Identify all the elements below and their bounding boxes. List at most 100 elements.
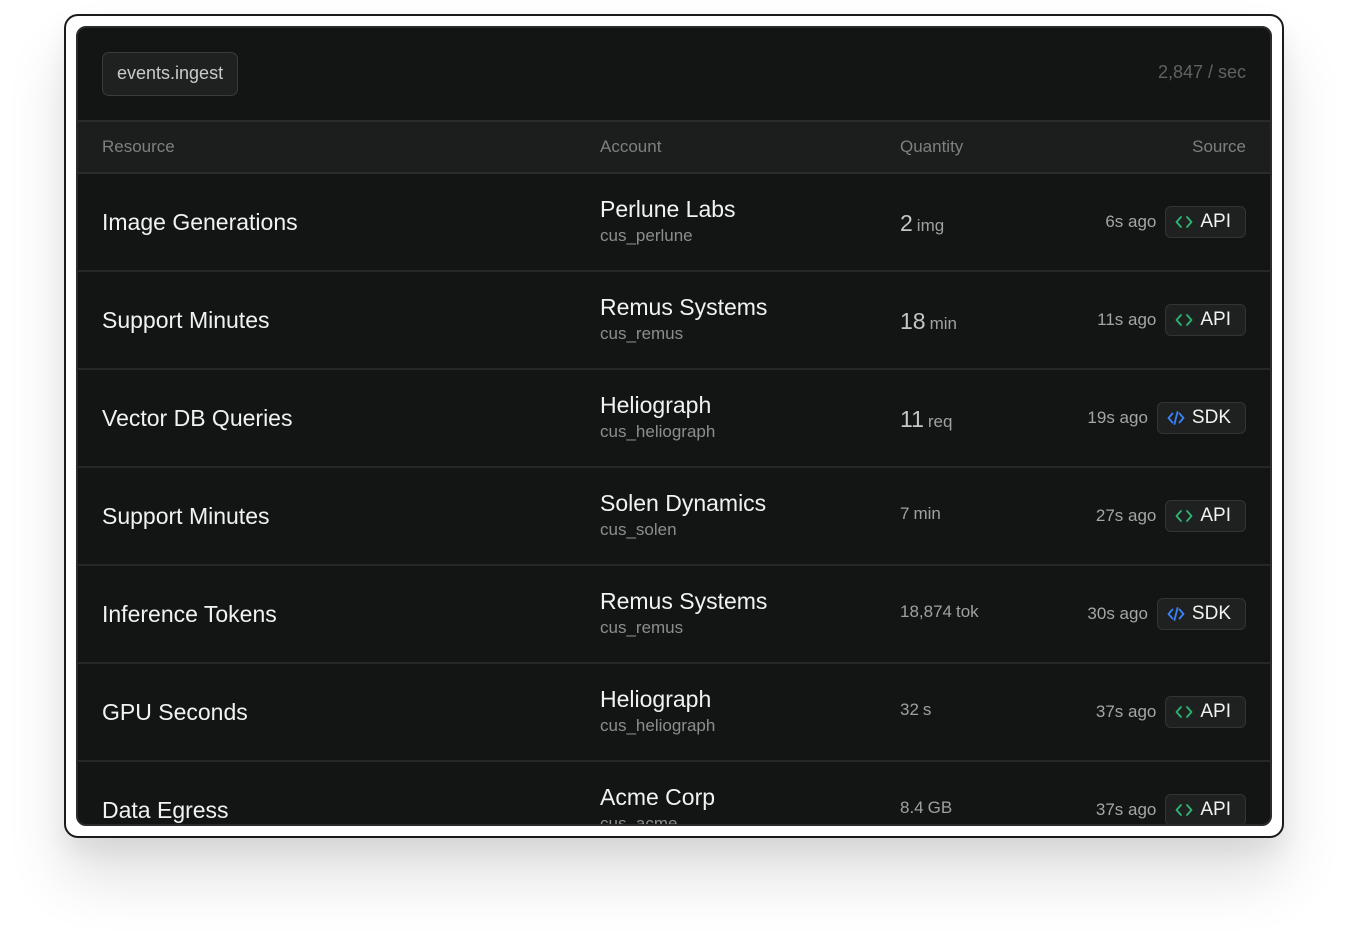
source-label: API: [1200, 211, 1231, 232]
account-name: Heliograph: [600, 686, 712, 712]
quantity-value: 32: [900, 700, 919, 719]
timestamp: 37s ago: [1095, 702, 1157, 721]
quantity-unit: min: [913, 504, 941, 523]
quantity-unit: GB: [927, 798, 953, 817]
timestamp: 19s ago: [1087, 408, 1148, 427]
timestamp: 37s ago: [1095, 800, 1157, 819]
resource-name: Support Minutes: [102, 503, 270, 529]
source-label: SDK: [1191, 603, 1231, 624]
source-badge[interactable]: SDK: [1156, 598, 1246, 630]
source-label: API: [1200, 799, 1231, 820]
quantity-value: 8.4: [900, 798, 924, 817]
table-row[interactable]: Vector DB Queries Heliograph cus_heliogr…: [78, 370, 1270, 468]
quantity-unit: req: [927, 412, 953, 431]
account-id: cus_remus: [600, 324, 684, 343]
source-cell: 6s ago API: [1105, 206, 1246, 238]
account-id: cus_heliograph: [600, 716, 716, 735]
account-id: cus_remus: [600, 618, 684, 637]
resource-name: GPU Seconds: [102, 699, 248, 725]
column-header-account[interactable]: Account: [600, 137, 661, 157]
account-cell: Remus Systems cus_remus: [600, 587, 767, 641]
code-slash-icon: [1167, 411, 1185, 425]
account-name: Perlune Labs: [600, 196, 736, 222]
resource-name: Support Minutes: [102, 307, 270, 333]
account-id: cus_heliograph: [600, 422, 716, 441]
account-name: Heliograph: [600, 392, 712, 418]
code-slash-icon: [1167, 607, 1185, 621]
source-cell: 37s ago API: [1096, 696, 1246, 728]
timestamp: 30s ago: [1087, 604, 1148, 623]
table-row[interactable]: Inference Tokens Remus Systems cus_remus…: [78, 566, 1270, 664]
quantity-value: 11: [900, 406, 924, 432]
panel-header: events.ingest 2,847 / sec: [78, 28, 1270, 122]
timestamp: 27s ago: [1095, 506, 1157, 525]
quantity: 8.4 GB: [900, 798, 952, 818]
column-header-quantity[interactable]: Quantity: [900, 137, 963, 157]
account-id: cus_acme: [600, 814, 678, 826]
account-cell: Heliograph cus_heliograph: [600, 391, 715, 445]
column-header-source[interactable]: Source: [1192, 137, 1246, 157]
table-row[interactable]: Support Minutes Remus Systems cus_remus …: [78, 272, 1270, 370]
source-badge[interactable]: API: [1165, 304, 1246, 336]
quantity-unit: tok: [956, 602, 979, 621]
stream-chip[interactable]: events.ingest: [102, 52, 239, 96]
code-icon: [1175, 314, 1193, 326]
quantity-unit: img: [916, 216, 945, 235]
event-rate: 2,847 / sec: [1157, 62, 1246, 82]
quantity: 2 img: [900, 210, 944, 237]
account-name: Remus Systems: [600, 294, 768, 320]
resource-name: Vector DB Queries: [102, 405, 293, 431]
resource-name: Data Egress: [102, 797, 229, 823]
source-cell: 30s ago SDK: [1087, 598, 1246, 630]
code-icon: [1175, 216, 1193, 228]
quantity: 11 req: [900, 406, 952, 433]
timestamp: 11s ago: [1097, 310, 1157, 329]
account-id: cus_solen: [600, 520, 677, 539]
quantity-value: 7: [900, 504, 910, 523]
quantity: 7 min: [900, 504, 941, 524]
source-badge[interactable]: SDK: [1156, 402, 1246, 434]
table-row[interactable]: Data Egress Acme Corp cus_acme 8.4 GB 37s…: [78, 762, 1270, 826]
quantity-unit: s: [922, 700, 932, 719]
source-label: API: [1200, 309, 1231, 330]
account-cell: Remus Systems cus_remus: [600, 293, 767, 347]
resource-name: Inference Tokens: [102, 601, 277, 627]
quantity: 32 s: [900, 700, 931, 720]
account-cell: Acme Corp cus_acme: [600, 783, 716, 826]
source-label: API: [1200, 701, 1231, 722]
quantity: 18 min: [900, 308, 957, 335]
events-panel: events.ingest 2,847 / sec Resource Accou…: [76, 26, 1272, 826]
quantity-value: 2: [900, 210, 913, 236]
quantity: 18,874 tok: [900, 602, 979, 622]
code-icon: [1175, 510, 1193, 522]
source-label: SDK: [1191, 407, 1231, 428]
source-cell: 27s ago API: [1096, 500, 1246, 532]
account-cell: Solen Dynamics cus_solen: [600, 489, 766, 543]
account-name: Acme Corp: [600, 784, 716, 810]
source-cell: 37s ago API: [1095, 794, 1246, 824]
account-cell: Perlune Labs cus_perlune: [600, 195, 736, 249]
source-badge[interactable]: API: [1165, 696, 1246, 728]
code-icon: [1175, 706, 1193, 718]
quantity-value: 18,874: [900, 602, 952, 621]
account-name: Solen Dynamics: [600, 490, 767, 516]
table-header: Resource Account Quantity Source: [78, 122, 1270, 174]
quantity-value: 18: [900, 308, 926, 334]
timestamp: 6s ago: [1105, 212, 1157, 231]
resource-name: Image Generations: [102, 209, 298, 235]
table-row[interactable]: GPU Seconds Heliograph cus_heliograph 32…: [78, 664, 1270, 762]
source-badge[interactable]: API: [1165, 206, 1246, 238]
event-list: Image Generations Perlune Labs cus_perlu…: [78, 174, 1270, 826]
account-name: Remus Systems: [600, 588, 768, 614]
account-id: cus_perlune: [600, 226, 693, 245]
source-cell: 19s ago SDK: [1087, 402, 1246, 434]
source-badge[interactable]: API: [1165, 500, 1246, 532]
table-row[interactable]: Support Minutes Solen Dynamics cus_solen…: [78, 468, 1270, 566]
source-cell: 11s ago API: [1097, 304, 1246, 336]
account-cell: Heliograph cus_heliograph: [600, 685, 715, 739]
quantity-unit: min: [929, 314, 957, 333]
column-header-resource[interactable]: Resource: [102, 137, 175, 157]
code-icon: [1175, 804, 1193, 816]
table-row[interactable]: Image Generations Perlune Labs cus_perlu…: [78, 174, 1270, 272]
source-badge[interactable]: API: [1165, 794, 1246, 824]
